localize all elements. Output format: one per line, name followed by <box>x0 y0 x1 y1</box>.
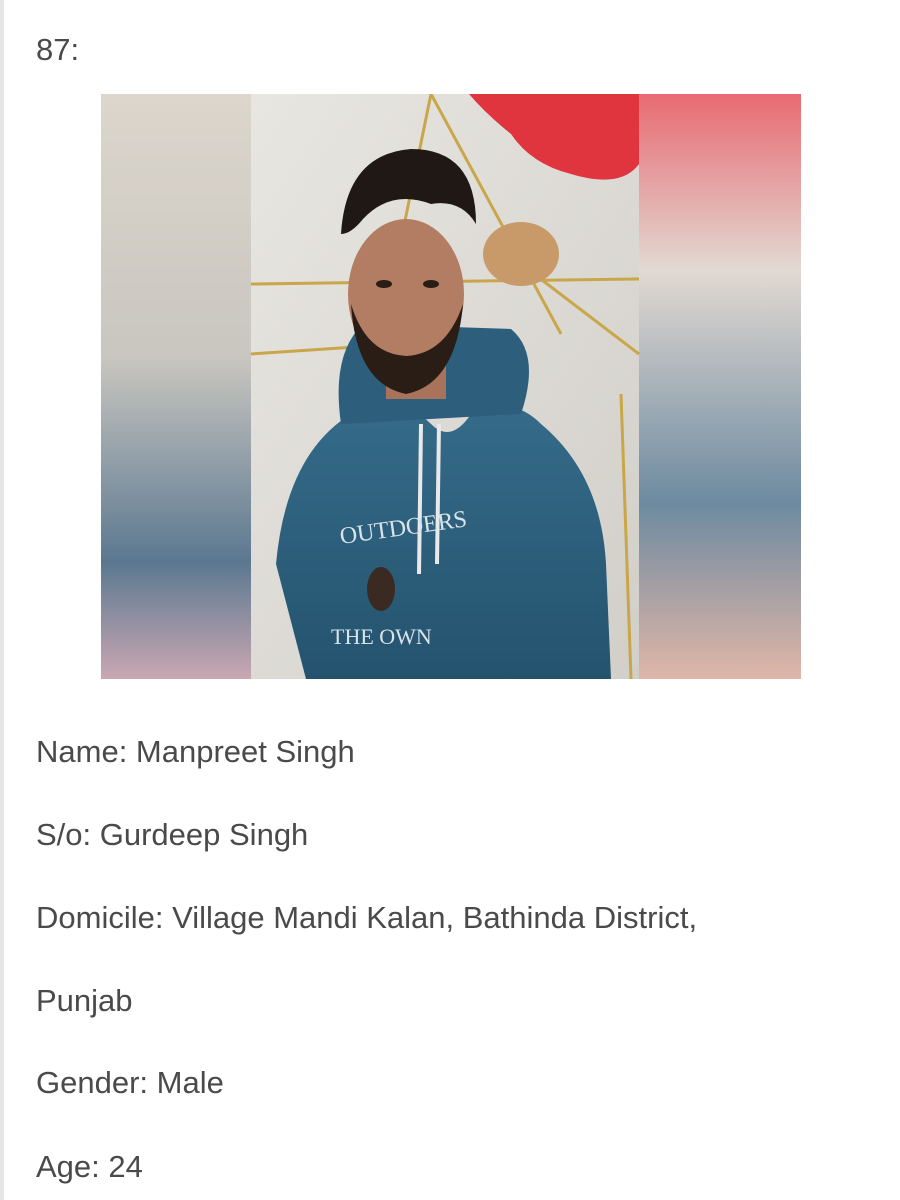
age-field: Age: 24 <box>36 1149 143 1184</box>
domicile-field-line-1: Domicile: Village Mandi Kalan, Bathinda … <box>36 900 698 935</box>
profile-photo: OUTDOERS THE OWN <box>101 94 801 679</box>
drawstring-right <box>435 423 441 565</box>
hoodie-print-bottom: THE OWN <box>331 624 432 649</box>
domicile-field-line-2: Punjab <box>36 983 133 1018</box>
profile-photo-illustration: OUTDOERS THE OWN <box>101 94 801 679</box>
eye-left <box>376 280 392 288</box>
eye-right <box>423 280 439 288</box>
drawstring-left <box>417 423 423 575</box>
gender-field: Gender: Male <box>36 1065 224 1100</box>
blurred-right-panel <box>639 94 801 679</box>
entry-number: 87: <box>36 32 80 67</box>
name-field: Name: Manpreet Singh <box>36 734 355 769</box>
owl-emblem <box>367 567 395 611</box>
father-name-field: S/o: Gurdeep Singh <box>36 817 309 852</box>
left-margin-rule <box>0 0 4 1200</box>
rope-knot <box>483 222 559 286</box>
blurred-left-panel <box>101 94 251 679</box>
hoodie <box>276 406 611 679</box>
